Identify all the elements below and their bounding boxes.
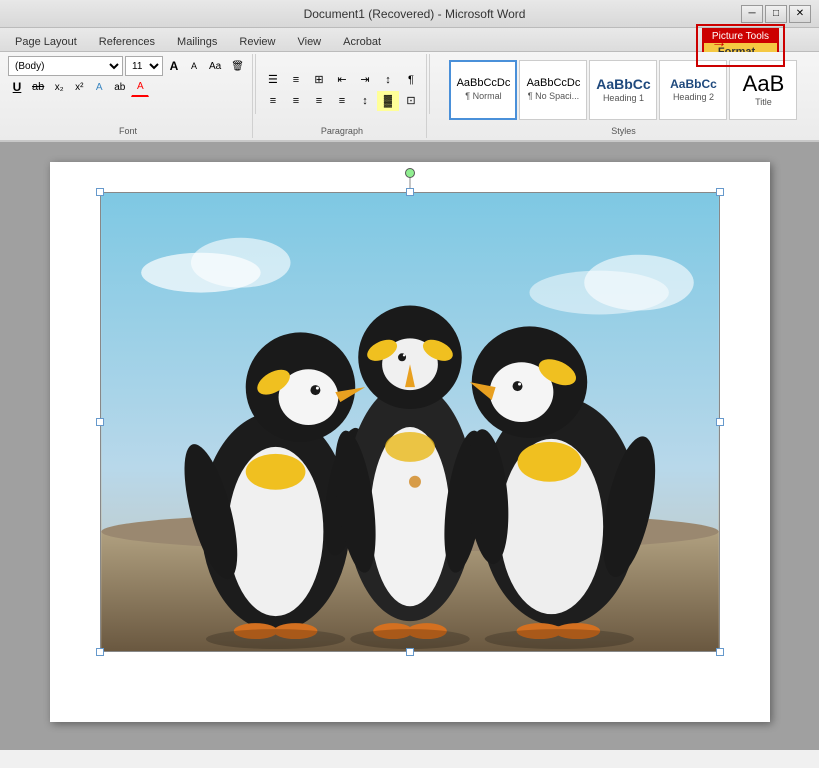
handle-middle-right[interactable] [716,418,724,426]
style-heading1[interactable]: AaBbCc Heading 1 [589,60,657,120]
maximize-button[interactable]: □ [765,5,787,23]
paragraph-group-label: Paragraph [258,126,426,136]
tab-view[interactable]: View [286,31,332,51]
superscript-btn[interactable]: x² [70,77,88,97]
handle-bottom-right[interactable] [716,648,724,656]
subscript-btn[interactable]: x₂ [50,77,68,97]
style-normal-label: ¶ Normal [465,91,501,102]
handle-middle-left[interactable] [96,418,104,426]
ribbon-tabs-row: Page Layout References Mailings Review V… [0,28,819,52]
style-title-label: Title [755,97,772,108]
sort-btn[interactable]: ↕ [377,70,399,90]
penguin-svg [101,193,719,651]
handle-top-right[interactable] [716,188,724,196]
font-size-select[interactable]: 11 [125,56,163,76]
numbering-btn[interactable]: ≡ [285,70,307,90]
highlight-btn[interactable]: ab [110,77,129,97]
font-group-label: Font [4,126,252,136]
strikethrough-btn[interactable]: ab [28,77,48,97]
style-no-spacing-label: ¶ No Spaci... [528,91,579,102]
tab-review[interactable]: Review [228,31,286,51]
font-group-inner: (Body) 11 A A Aa 🗑 U ab x₂ x² A ab A [8,56,248,109]
style-heading2-preview: AaBbCc [670,78,717,90]
align-right-btn[interactable]: ≡ [308,91,330,111]
document-area [0,142,819,750]
title-bar-text: Document1 (Recovered) - Microsoft Word [88,7,741,21]
style-normal-preview: AaBbCcDc [457,78,511,89]
style-title[interactable]: AaB Title [729,60,797,120]
bullets-btn[interactable]: ☰ [262,70,284,90]
style-heading1-label: Heading 1 [603,93,644,104]
shading-btn[interactable]: ▓ [377,91,399,111]
font-group: (Body) 11 A A Aa 🗑 U ab x₂ x² A ab A Fon… [4,54,253,138]
arrow-indicator: → [711,34,727,52]
decrease-indent-btn[interactable]: ⇤ [331,70,353,90]
paragraph-group: ☰ ≡ ⊞ ⇤ ⇥ ↕ ¶ ≡ ≡ ≡ ≡ ↕ ▓ ⊡ [258,54,427,138]
font-color-btn[interactable]: A [131,77,149,97]
style-title-preview: AaB [743,73,785,95]
style-heading2-label: Heading 2 [673,92,714,103]
tab-page-layout[interactable]: Page Layout [4,31,88,51]
minimize-button[interactable]: ─ [741,5,763,23]
style-heading2[interactable]: AaBbCc Heading 2 [659,60,727,120]
text-effects-btn[interactable]: A [90,77,108,97]
increase-indent-btn[interactable]: ⇥ [354,70,376,90]
borders-btn[interactable]: ⊡ [400,91,422,111]
underline-btn[interactable]: U [8,77,26,97]
styles-group-label: Styles [432,126,815,136]
tab-references[interactable]: References [88,31,166,51]
handle-bottom-left[interactable] [96,648,104,656]
paragraph-group-content: ☰ ≡ ⊞ ⇤ ⇥ ↕ ¶ ≡ ≡ ≡ ≡ ↕ ▓ ⊡ [262,56,422,136]
multilevel-btn[interactable]: ⊞ [308,70,330,90]
increase-font-btn[interactable]: A [165,56,183,76]
styles-content: AaBbCcDc ¶ Normal AaBbCcDc ¶ No Spaci...… [449,56,797,134]
image-container[interactable] [100,192,720,652]
penguin-image[interactable] [100,192,720,652]
style-no-spacing[interactable]: AaBbCcDc ¶ No Spaci... [519,60,587,120]
tab-mailings[interactable]: Mailings [166,31,228,51]
style-normal[interactable]: AaBbCcDc ¶ Normal [449,60,517,120]
close-button[interactable]: ✕ [789,5,811,23]
show-marks-btn[interactable]: ¶ [400,70,422,90]
handle-top-center[interactable] [406,188,414,196]
style-no-spacing-preview: AaBbCcDc [527,78,581,89]
decrease-font-btn[interactable]: A [185,56,203,76]
styles-group: AaBbCcDc ¶ Normal AaBbCcDc ¶ No Spaci...… [432,54,815,138]
style-heading1-preview: AaBbCc [596,77,650,91]
document-page [50,162,770,722]
title-bar-controls[interactable]: ─ □ ✕ [741,5,811,23]
clear-formatting-btn[interactable]: 🗑 [227,56,248,76]
tab-acrobat[interactable]: Acrobat [332,31,392,51]
ribbon-toolbar: (Body) 11 A A Aa 🗑 U ab x₂ x² A ab A Fon… [0,52,819,142]
align-left-btn[interactable]: ≡ [262,91,284,111]
change-case-btn[interactable]: Aa [205,56,225,76]
handle-bottom-center[interactable] [406,648,414,656]
align-center-btn[interactable]: ≡ [285,91,307,111]
line-spacing-btn[interactable]: ↕ [354,91,376,111]
title-bar: Document1 (Recovered) - Microsoft Word ─… [0,0,819,28]
rotate-handle[interactable] [405,168,415,178]
font-style-row: U ab x₂ x² A ab A [8,77,248,97]
handle-top-left[interactable] [96,188,104,196]
justify-btn[interactable]: ≡ [331,91,353,111]
font-name-row: (Body) 11 A A Aa 🗑 [8,56,248,76]
font-name-select[interactable]: (Body) [8,56,123,76]
